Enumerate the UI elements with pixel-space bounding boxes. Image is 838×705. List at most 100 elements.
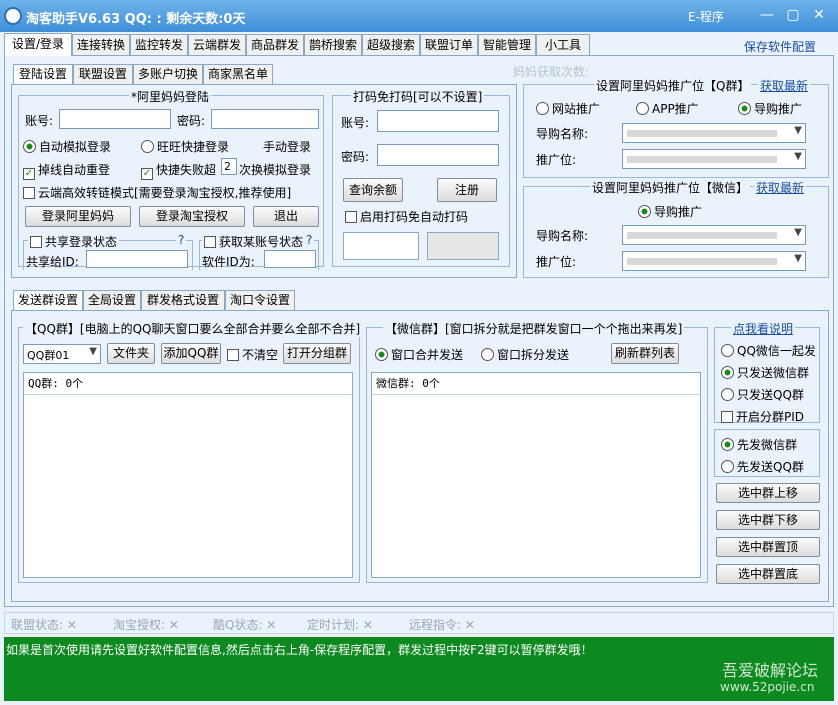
help-link[interactable]: 点我看说明: [731, 320, 796, 337]
info-bar: 如果是首次使用请先设置好软件配置信息,然后点击右上角-保存程序配置，群发过程中按…: [4, 637, 834, 701]
wx-only-radio[interactable]: 只发送微信群: [721, 364, 809, 381]
fast-fail-suffix: 次换模拟登录: [239, 163, 312, 177]
password-label: 密码:: [177, 114, 206, 128]
share-login-checkbox[interactable]: 共享登录状态: [28, 233, 120, 250]
folder-button[interactable]: 文件夹: [107, 343, 155, 364]
account-input[interactable]: [59, 109, 171, 129]
tab-super-search[interactable]: 超级搜索: [362, 34, 420, 56]
send-both-radio[interactable]: QQ微信一起发: [721, 342, 816, 359]
wx-position-select[interactable]: ▼: [622, 251, 806, 271]
qq-only-radio[interactable]: 只发送QQ群: [721, 386, 804, 403]
qq-guide-name-select[interactable]: ▼: [622, 123, 806, 143]
software-id-label: 软件ID为:: [202, 255, 255, 269]
title-bar: 淘客助手V6.63 QQ: : 剩余天数:0天 E-程序 — ▢ ✕: [0, 0, 838, 32]
share-id-input[interactable]: [86, 250, 188, 268]
subtab-login-settings[interactable]: 登陆设置: [13, 64, 73, 84]
password-input[interactable]: [211, 109, 319, 129]
wx-group-list[interactable]: 微信群: 0个: [371, 372, 701, 578]
fast-fail-checkbox[interactable]: ✓ 快捷失败超: [141, 161, 216, 180]
tab-product-send[interactable]: 商品群发: [246, 34, 304, 56]
wx-guide-name-label: 导购名称:: [536, 229, 589, 243]
blurred-value: [627, 232, 777, 239]
login-alimama-button[interactable]: 登录阿里妈妈: [25, 206, 131, 227]
website-promo-radio[interactable]: 网站推广: [536, 100, 600, 117]
exit-button[interactable]: 退出: [253, 206, 319, 227]
register-button[interactable]: 注册: [437, 178, 497, 202]
fast-fail-count[interactable]: [221, 158, 237, 175]
wx-guide-promo-radio[interactable]: 导购推广: [638, 203, 702, 220]
minimize-button[interactable]: —: [756, 5, 778, 25]
cloud-mode-checkbox[interactable]: 云端高效转链模式[需要登录淘宝授权,推荐使用]: [23, 184, 291, 201]
tab-link-convert[interactable]: 连接转换: [72, 34, 130, 56]
tab-monitor-forward[interactable]: 监控转发: [130, 34, 188, 56]
tab-cloud-send[interactable]: 云端群发: [188, 34, 246, 56]
captcha-input-box[interactable]: [343, 232, 419, 260]
tab-union-orders[interactable]: 联盟订单: [420, 34, 478, 56]
move-down-button[interactable]: 选中群下移: [716, 510, 820, 530]
qq-group-list-header: QQ群: 0个: [24, 373, 352, 395]
wx-group-title: 【微信群】[窗口拆分就是把群发窗口一个个拖出来再发]: [383, 320, 685, 337]
guide-promo-radio[interactable]: 导购推广: [738, 100, 802, 117]
move-up-button[interactable]: 选中群上移: [716, 483, 820, 503]
tab-settings-login[interactable]: 设置/登录: [4, 33, 72, 56]
share-help-icon[interactable]: ?: [176, 233, 187, 247]
software-id-input[interactable]: [264, 250, 316, 268]
subtab-multi-account[interactable]: 多账户切换: [133, 64, 203, 84]
get-help-icon[interactable]: ?: [304, 233, 315, 247]
refresh-group-list-button[interactable]: 刷新群列表: [611, 343, 679, 364]
maximize-button[interactable]: ▢: [782, 5, 804, 25]
app-promo-radio[interactable]: APP推广: [636, 100, 699, 117]
captcha-account-label: 账号:: [341, 116, 370, 130]
subtab-union-settings[interactable]: 联盟设置: [73, 64, 133, 84]
app-icon: [4, 7, 22, 25]
program-menu[interactable]: E-程序: [688, 8, 724, 25]
blurred-value: [627, 156, 777, 163]
manual-login-link[interactable]: 手动登录: [263, 138, 311, 155]
qq-group-box: 【QQ群】[电脑上的QQ聊天窗口要么全部合并要么全部不合并] QQ群01 ▼ 文件…: [18, 320, 363, 583]
subtab-global[interactable]: 全局设置: [83, 290, 141, 310]
window-merge-radio[interactable]: 窗口合并发送: [375, 346, 463, 363]
main-tabs: 设置/登录 连接转换 监控转发 云端群发 商品群发 鹊桥搜索 超级搜索 联盟订单…: [4, 33, 834, 56]
subtab-merchant-blacklist[interactable]: 商家黑名单: [203, 64, 273, 84]
add-qq-group-button[interactable]: 添加QQ群: [161, 343, 221, 364]
drop-relogin-checkbox[interactable]: ✓ 掉线自动重登: [23, 161, 110, 180]
close-button[interactable]: ✕: [808, 5, 830, 25]
qq-group-list[interactable]: QQ群: 0个: [23, 372, 353, 578]
captcha-password-input[interactable]: [377, 144, 499, 166]
schedule-status: 定时计划: ✕: [307, 618, 373, 632]
no-clear-checkbox[interactable]: 不清空: [227, 346, 278, 363]
wx-promo-refresh-link[interactable]: 获取最新: [754, 179, 807, 196]
qq-promo-refresh-link[interactable]: 获取最新: [758, 77, 811, 94]
captcha-account-input[interactable]: [377, 110, 499, 132]
auto-login-radio[interactable]: 自动模拟登录: [23, 138, 111, 155]
subtab-send-format[interactable]: 群发格式设置: [141, 290, 225, 310]
get-account-checkbox[interactable]: 获取某账号状态: [202, 233, 306, 250]
move-bottom-button[interactable]: 选中群置底: [716, 564, 820, 584]
save-config-link[interactable]: 保存软件配置: [744, 38, 816, 55]
auto-captcha-checkbox[interactable]: 启用打码免自动打码: [345, 208, 468, 225]
window-split-radio[interactable]: 窗口拆分发送: [481, 346, 569, 363]
subtab-send-group[interactable]: 发送群设置: [13, 290, 83, 310]
coolq-status: 酷Q状态: ✕: [213, 618, 277, 632]
account-label: 账号:: [25, 114, 54, 128]
tab-bridge-search[interactable]: 鹊桥搜索: [304, 34, 362, 56]
qq-first-radio[interactable]: 先发送QQ群: [721, 458, 804, 475]
checkbox-icon: [204, 236, 216, 248]
window-title: 淘客助手V6.63 QQ: : 剩余天数:0天: [26, 12, 246, 27]
tab-smart-manage[interactable]: 智能管理: [478, 34, 536, 56]
move-top-button[interactable]: 选中群置顶: [716, 537, 820, 557]
open-group-button[interactable]: 打开分组群: [283, 343, 351, 364]
query-balance-button[interactable]: 查询余额: [343, 178, 403, 202]
group-pid-checkbox[interactable]: 开启分群PID: [721, 408, 804, 425]
captcha-password-label: 密码:: [341, 150, 370, 164]
qq-position-select[interactable]: ▼: [622, 149, 806, 169]
tab-tools[interactable]: 小工具: [536, 34, 590, 56]
chevron-down-icon: ▼: [794, 125, 802, 136]
login-taobao-button[interactable]: 登录淘宝授权: [139, 206, 245, 227]
wx-guide-name-select[interactable]: ▼: [622, 225, 806, 245]
check-icon: ✓: [23, 168, 35, 180]
qq-group-select[interactable]: QQ群01 ▼: [23, 344, 101, 364]
subtab-taokouling[interactable]: 淘口令设置: [225, 290, 295, 310]
wangwang-login-radio[interactable]: 旺旺快捷登录: [141, 138, 229, 155]
wx-first-radio[interactable]: 先发微信群: [721, 436, 797, 453]
